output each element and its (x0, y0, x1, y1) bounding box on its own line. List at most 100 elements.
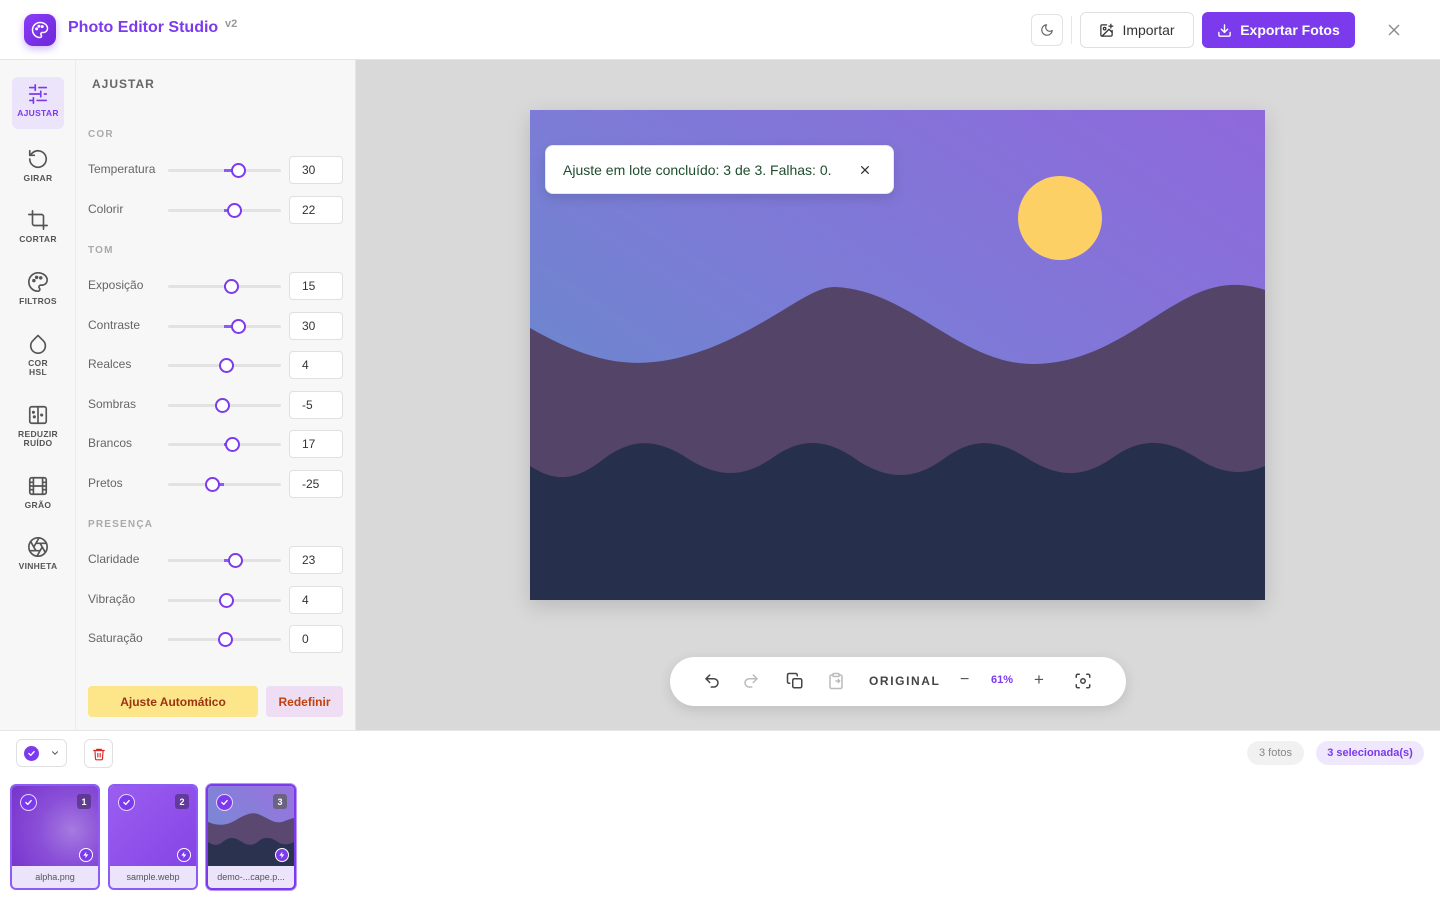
rail-label: VINHETA (18, 561, 58, 571)
slider-track[interactable] (168, 163, 281, 178)
film-icon (28, 476, 48, 496)
slider-track[interactable] (168, 632, 281, 647)
check-icon[interactable] (118, 794, 135, 811)
toast-notification: Ajuste em lote concluído: 3 de 3. Falhas… (545, 145, 894, 194)
close-icon (1388, 24, 1400, 36)
bolt-icon (177, 848, 191, 862)
toast-message: Ajuste em lote concluído: 3 de 3. Falhas… (563, 162, 832, 178)
slider-thumb[interactable] (214, 398, 230, 413)
import-label: Importar (1122, 22, 1175, 38)
undo-icon[interactable] (703, 672, 721, 690)
slider-thumb[interactable] (204, 477, 220, 492)
slider-thumb[interactable] (218, 358, 234, 373)
canvas-area: Ajuste em lote concluído: 3 de 3. Falhas… (356, 60, 1440, 730)
slider-track[interactable] (168, 593, 281, 608)
rail-item-ajustar[interactable]: AJUSTAR (12, 77, 64, 129)
slider-value-input[interactable]: 22 (289, 196, 343, 224)
check-icon[interactable] (20, 794, 37, 811)
slider-value-input[interactable]: 15 (289, 272, 343, 300)
slider-contraste: Contraste 30 (88, 312, 344, 340)
slider-thumb[interactable] (224, 437, 240, 452)
check-icon (24, 746, 39, 761)
slider-thumb[interactable] (217, 632, 233, 647)
slider-value-input[interactable]: 4 (289, 351, 343, 379)
slider-value-input[interactable]: 23 (289, 546, 343, 574)
auto-adjust-button[interactable]: Ajuste Automático (88, 686, 258, 717)
slider-value-input[interactable]: -25 (289, 470, 343, 498)
photo-index-badge: 3 (273, 794, 287, 809)
zoom-in-button[interactable]: + (1034, 670, 1044, 690)
slider-value-input[interactable]: -5 (289, 391, 343, 419)
slider-value-input[interactable]: 17 (289, 430, 343, 458)
slider-track[interactable] (168, 553, 281, 568)
fit-screen-icon[interactable] (1074, 672, 1092, 690)
slider-thumb[interactable] (230, 163, 246, 178)
slider-sombras: Sombras -5 (88, 391, 344, 419)
import-button[interactable]: Importar (1080, 12, 1194, 48)
reset-button[interactable]: Redefinir (266, 686, 343, 717)
slider-thumb[interactable] (226, 203, 242, 218)
selected-count-badge: 3 selecionada(s) (1316, 741, 1424, 765)
theme-toggle-button[interactable] (1031, 14, 1063, 46)
rail-label: GRÃO (24, 500, 52, 510)
copy-icon[interactable] (786, 672, 804, 690)
rail-item-cor-hsl[interactable]: COR HSL (12, 333, 64, 377)
slider-track[interactable] (168, 203, 281, 218)
rail-item-reduzir-ruido[interactable]: REDUZIR RUÍDO (12, 404, 64, 448)
slider-track[interactable] (168, 358, 281, 373)
aperture-icon (28, 537, 48, 557)
slider-track[interactable] (168, 319, 281, 334)
palette-icon (28, 272, 48, 292)
slider-label: Pretos (88, 476, 123, 490)
rail-item-grao[interactable]: GRÃO (12, 475, 64, 510)
redo-icon[interactable] (742, 672, 760, 690)
rail-label: COR HSL (28, 358, 48, 377)
app-version: v2 (225, 18, 238, 30)
original-toggle[interactable]: ORIGINAL (869, 674, 940, 688)
rail-item-cortar[interactable]: CORTAR (12, 209, 64, 244)
slider-value-input[interactable]: 0 (289, 625, 343, 653)
slider-label: Realces (88, 357, 132, 371)
select-all-dropdown[interactable] (16, 739, 67, 767)
slider-thumb[interactable] (230, 319, 246, 334)
slider-track[interactable] (168, 437, 281, 452)
photo-thumbnail[interactable]: 2 sample.webp (108, 784, 198, 890)
photo-thumbnail[interactable]: 1 alpha.png (10, 784, 100, 890)
slider-label: Colorir (88, 202, 124, 216)
trash-icon (92, 748, 105, 760)
rail-item-girar[interactable]: GIRAR (12, 148, 64, 183)
photo-index-badge: 1 (77, 794, 91, 809)
slider-track[interactable] (168, 398, 281, 413)
check-icon[interactable] (216, 794, 233, 811)
paste-icon[interactable] (827, 672, 845, 690)
slider-track[interactable] (168, 477, 281, 492)
bolt-icon (275, 848, 289, 862)
noise-icon (28, 405, 48, 425)
slider-label: Sombras (88, 397, 137, 411)
slider-track[interactable] (168, 279, 281, 294)
slider-thumb[interactable] (227, 553, 243, 568)
photo-thumbnail[interactable]: 3 demo-...cape.p... (206, 784, 296, 890)
slider-label: Vibração (88, 592, 136, 606)
slider-value-input[interactable]: 30 (289, 156, 343, 184)
droplet-icon (29, 334, 47, 355)
toast-close-icon[interactable] (857, 162, 873, 178)
rail-item-filtros[interactable]: FILTROS (12, 271, 64, 306)
close-button[interactable] (1380, 16, 1408, 44)
rail-item-vinheta[interactable]: VINHETA (12, 536, 64, 571)
slider-thumb[interactable] (218, 593, 234, 608)
export-button[interactable]: Exportar Fotos (1202, 12, 1355, 48)
slider-value-input[interactable]: 30 (289, 312, 343, 340)
zoom-out-button[interactable]: − (960, 671, 969, 689)
download-icon (1218, 23, 1232, 37)
rotate-icon (28, 149, 48, 169)
app-title: Photo Editor Studio (68, 19, 219, 36)
slider-value-input[interactable]: 4 (289, 586, 343, 614)
header-divider (1071, 16, 1072, 44)
delete-button[interactable] (84, 739, 113, 768)
filmstrip: 3 fotos 3 selecionada(s) 1 alpha.png 2 s… (0, 730, 1440, 900)
slider-claridade: Claridade 23 (88, 546, 344, 574)
rail-label: CORTAR (19, 234, 57, 244)
slider-thumb[interactable] (223, 279, 239, 294)
slider-temperatura: Temperatura 30 (88, 156, 344, 184)
